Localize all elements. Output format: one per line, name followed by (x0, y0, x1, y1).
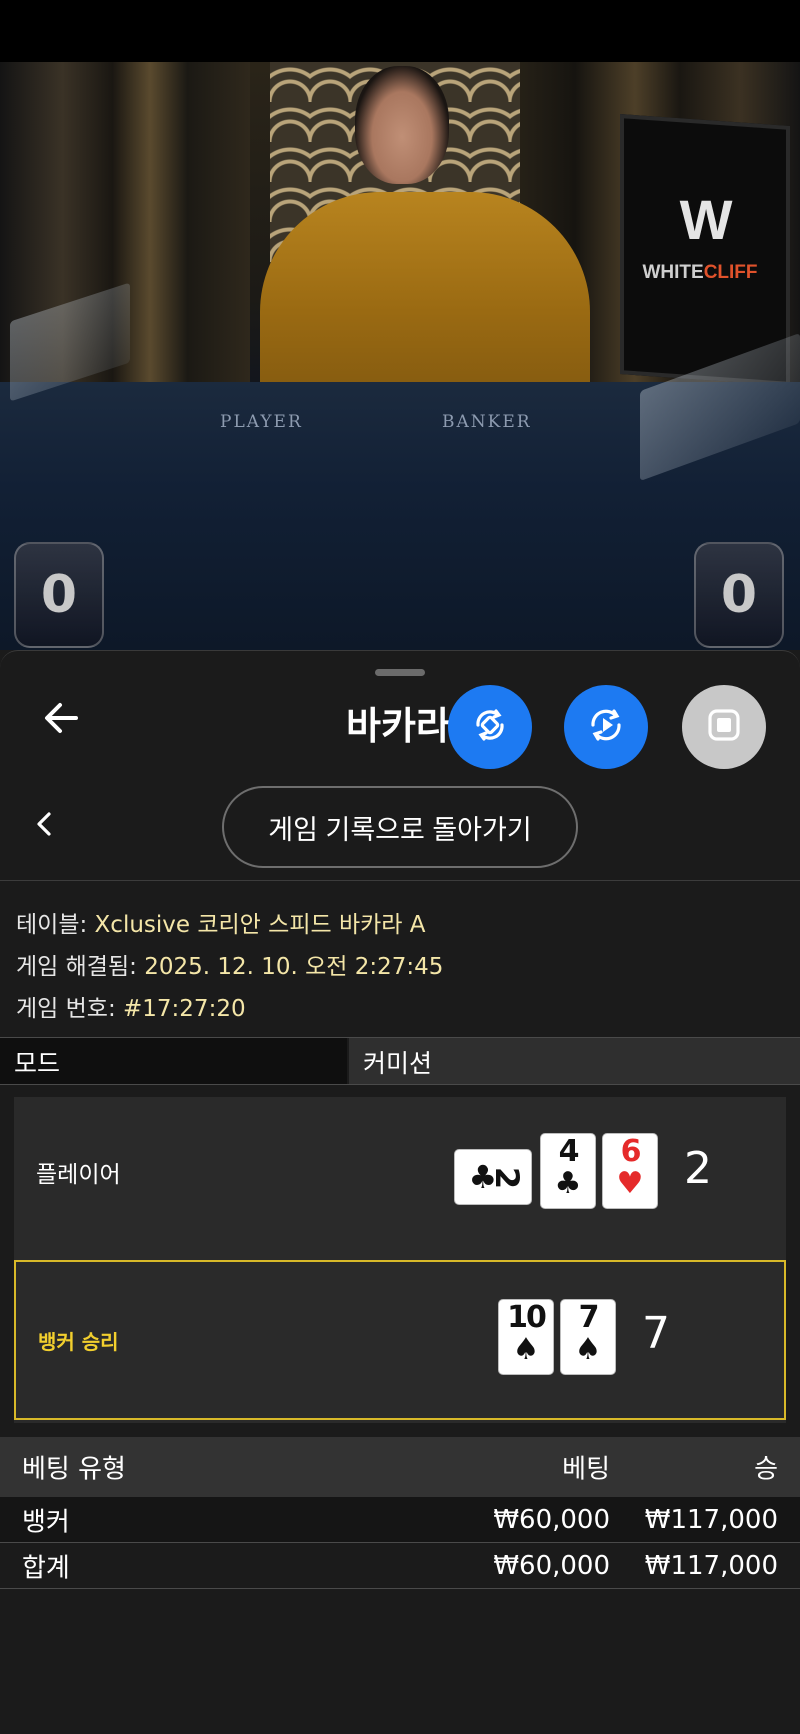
dealer-head (355, 66, 449, 184)
info-resolved-label: 게임 해결됨: (16, 954, 137, 980)
row-win-amount: ₩117,000 (644, 1504, 778, 1535)
divider (0, 880, 800, 881)
sheet-grabber[interactable] (375, 669, 425, 676)
player-card-3: 6 ♥ (602, 1133, 658, 1209)
player-card-2: 4 ♣ (540, 1133, 596, 1209)
info-table: 테이블: Xclusive 코리안 스피드 바카라 A (16, 905, 425, 939)
player-card-1: ♣2 (454, 1149, 532, 1205)
row-bet-type: 뱅커 (22, 1507, 70, 1537)
stop-button[interactable] (682, 685, 766, 769)
bets-table-header: 베팅 유형 베팅 승 (0, 1437, 800, 1497)
status-bar (0, 0, 800, 62)
commission-label: 커미션 (349, 1038, 800, 1084)
total-label: 합계 (22, 1553, 70, 1583)
sheet-title: 바카라 (346, 704, 451, 748)
row-bet-amount: ₩60,000 (493, 1504, 610, 1535)
bets-table: 베팅 유형 베팅 승 뱅커 ₩60,000 ₩117,000 합계 ₩60,00… (0, 1437, 800, 1589)
table-total-row: 합계 ₩60,000 ₩117,000 (0, 1543, 800, 1589)
result-panel: 플레이어 ♣2 4 ♣ 6 ♥ 2 뱅커 승리 10 ♠ 7 ♠ 7 (14, 1097, 786, 1423)
mode-row: 모드 커미션 (0, 1037, 800, 1085)
banker-card-1: 10 ♠ (498, 1299, 554, 1375)
back-arrow-icon[interactable] (40, 697, 82, 739)
banker-card-2: 7 ♠ (560, 1299, 616, 1375)
player-label: 플레이어 (36, 1162, 121, 1188)
table-label-banker: BANKER (442, 412, 532, 432)
player-hand-row: 플레이어 ♣2 4 ♣ 6 ♥ 2 (14, 1097, 786, 1257)
stop-icon (704, 705, 744, 749)
header-win: 승 (754, 1454, 778, 1485)
live-video-feed: W WHITECLIFF PLAYER BANKER (0, 62, 800, 650)
replay-button[interactable] (564, 685, 648, 769)
total-win-amount: ₩117,000 (644, 1550, 778, 1581)
info-game-number: 게임 번호: #17:27:20 (16, 989, 246, 1023)
header-bet: 베팅 (562, 1454, 610, 1485)
total-bet-amount: ₩60,000 (493, 1550, 610, 1581)
player-total: 2 (684, 1143, 712, 1194)
banker-hand-row: 뱅커 승리 10 ♠ 7 ♠ 7 (14, 1260, 786, 1420)
banker-total: 7 (642, 1308, 670, 1359)
info-table-label: 테이블: (16, 912, 88, 938)
table-label-player: PLAYER (220, 412, 303, 432)
whitecliff-logo-mark: W (679, 188, 733, 251)
info-resolved-value: 2025. 12. 10. 오전 2:27:45 (144, 954, 444, 980)
game-history-sheet: 바카라 게임 기록으로 돌아가기 테이블: Xclusive 코리안 스피드 바… (0, 650, 800, 1734)
info-resolved: 게임 해결됨: 2025. 12. 10. 오전 2:27:45 (16, 947, 443, 981)
table-row: 뱅커 ₩60,000 ₩117,000 (0, 1497, 800, 1543)
info-game-number-label: 게임 번호: (16, 996, 116, 1022)
rotate-icon (468, 703, 512, 751)
back-to-history-button[interactable]: 게임 기록으로 돌아가기 (222, 786, 578, 868)
info-table-value: Xclusive 코리안 스피드 바카라 A (94, 912, 426, 938)
header-bet-type: 베팅 유형 (22, 1454, 126, 1485)
whitecliff-logo: WHITECLIFF (642, 262, 758, 283)
rotate-screen-button[interactable] (448, 685, 532, 769)
banker-win-label: 뱅커 승리 (38, 1330, 119, 1354)
banker-score-box: 0 (694, 542, 784, 648)
chevron-left-icon[interactable] (32, 811, 58, 837)
info-game-number-value: #17:27:20 (123, 996, 246, 1022)
player-score-box: 0 (14, 542, 104, 648)
replay-icon (584, 703, 628, 751)
mode-label: 모드 (0, 1038, 347, 1084)
